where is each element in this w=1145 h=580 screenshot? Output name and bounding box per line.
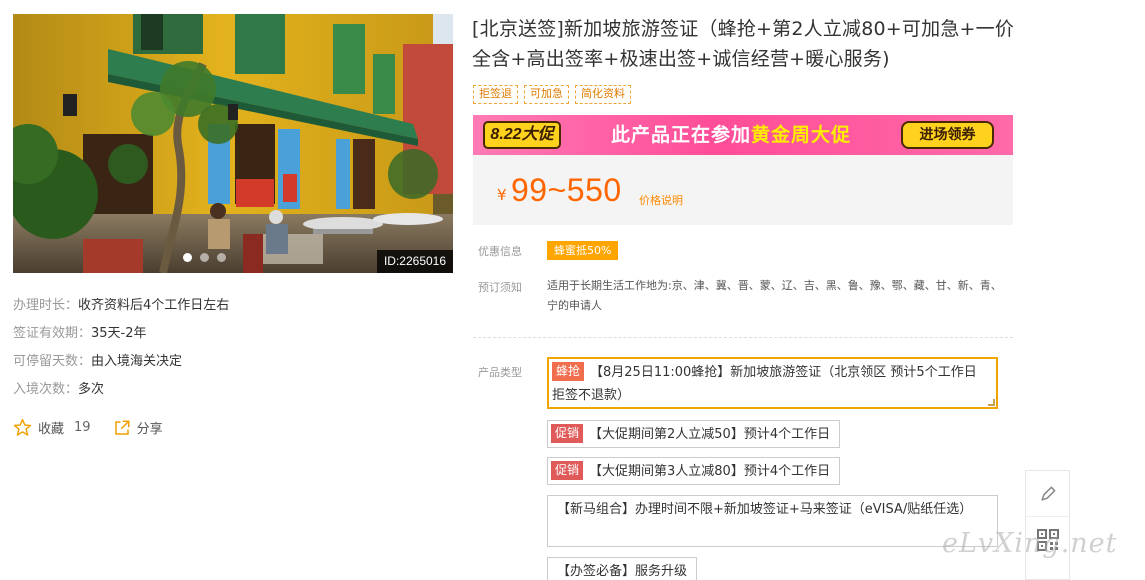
promo-text: 此产品正在参加黄金周大促	[611, 121, 851, 149]
product-tag: 可加急	[524, 85, 569, 104]
info-row-duration: 办理时长：收齐资料后4个工作日左右	[13, 296, 453, 324]
price-currency: ¥	[497, 186, 507, 204]
info-label: 办理时长：	[13, 298, 79, 313]
info-label: 入境次数：	[13, 382, 79, 397]
side-toolbar	[1025, 470, 1070, 580]
carousel-dot[interactable]	[200, 253, 209, 262]
product-actions: 收藏 19 分享	[13, 418, 185, 437]
option-text: 【8月25日11:00蜂抢】新加坡旅游签证（北京领区 预计5个工作日拒签不退款）	[552, 365, 977, 403]
watermark: eLvXing.net	[942, 528, 1118, 559]
price-box: ¥ 99~550 价格说明	[473, 155, 1013, 225]
product-option[interactable]: 促销 【大促期间第2人立减50】预计4个工作日	[547, 420, 841, 448]
price-note-link[interactable]: 价格说明	[639, 192, 683, 208]
star-outline-icon	[13, 418, 32, 436]
option-text: 【办签必备】服务升级	[557, 564, 688, 579]
promo-text-highlight: 黄金周大促	[751, 124, 852, 146]
option-text: 【大促期间第2人立减50】预计4个工作日	[589, 427, 831, 442]
info-value: 多次	[78, 382, 105, 397]
promo-text-prefix: 此产品正在参加	[611, 124, 752, 146]
info-row-entries: 入境次数：多次	[13, 380, 453, 408]
photo-id-label: ID:2265016	[377, 250, 453, 273]
cafe-street-image	[13, 14, 453, 273]
info-row-stay: 可停留天数：由入境海关决定	[13, 352, 453, 380]
info-value: 35天-2年	[91, 326, 147, 341]
notice-text: 适用于长期生活工作地为:京、津、冀、晋、蒙、辽、吉、黑、鲁、豫、鄂、藏、甘、新、…	[547, 279, 1002, 312]
favorite-button[interactable]: 收藏 19	[13, 418, 91, 437]
pencil-icon	[1040, 486, 1055, 501]
share-external-icon	[114, 420, 130, 435]
notice-label: 预订须知	[478, 281, 522, 294]
promo-enter-button[interactable]: 进场领券	[901, 121, 994, 149]
option-tag: 促销	[551, 424, 584, 443]
share-label: 分享	[136, 422, 163, 437]
product-option[interactable]: 【办签必备】服务升级	[547, 557, 698, 580]
section-divider	[473, 337, 1013, 338]
price-value: 99~550	[511, 172, 622, 208]
option-text: 【大促期间第3人立减80】预计4个工作日	[589, 464, 831, 479]
carousel-dot[interactable]	[183, 253, 192, 262]
product-type-label: 产品类型	[478, 366, 522, 379]
product-photo[interactable]: ID:2265016	[13, 14, 453, 273]
edit-button[interactable]	[1026, 471, 1069, 517]
visa-info-list: 办理时长：收齐资料后4个工作日左右 签证有效期：35天-2年 可停留天数：由入境…	[13, 296, 453, 408]
favorite-label: 收藏	[38, 422, 65, 437]
product-option[interactable]: 【新马组合】办理时间不限+新加坡签证+马来签证（eVISA/贴纸任选）	[547, 495, 998, 547]
carousel-dot[interactable]	[217, 253, 226, 262]
share-button[interactable]: 分享	[113, 418, 163, 437]
product-tag: 简化资料	[575, 85, 631, 104]
option-tag: 蜂抢	[552, 362, 585, 381]
product-tag: 拒签退	[473, 85, 518, 104]
product-option[interactable]: 促销 【大促期间第3人立减80】预计4个工作日	[547, 457, 841, 485]
discount-badge: 蜂蜜抵50%	[547, 241, 619, 260]
option-text: 【新马组合】办理时间不限+新加坡签证+马来签证（eVISA/贴纸任选）	[557, 502, 973, 517]
product-title: [北京送签]新加坡旅游签证（蜂抢+第2人立减80+可加急+一价全含+高出签率+极…	[472, 18, 1015, 70]
product-option[interactable]: 蜂抢 【8月25日11:00蜂抢】新加坡旅游签证（北京领区 预计5个工作日拒签不退…	[547, 357, 998, 409]
discount-label: 优惠信息	[478, 245, 522, 258]
info-value: 由入境海关决定	[91, 354, 183, 369]
info-label: 可停留天数：	[13, 354, 92, 369]
info-label: 签证有效期：	[13, 326, 92, 341]
product-tags: 拒签退 可加急 简化资料	[473, 85, 631, 104]
option-tag: 促销	[551, 461, 584, 480]
info-row-validity: 签证有效期：35天-2年	[13, 324, 453, 352]
promo-badge: 8.22大促	[483, 121, 561, 149]
favorite-count: 19	[74, 420, 91, 435]
info-value: 收齐资料后4个工作日左右	[78, 298, 230, 313]
selected-corner-icon	[988, 399, 995, 406]
promo-banner[interactable]: 8.22大促 此产品正在参加黄金周大促 进场领券	[473, 115, 1013, 155]
carousel-dots	[183, 253, 226, 262]
